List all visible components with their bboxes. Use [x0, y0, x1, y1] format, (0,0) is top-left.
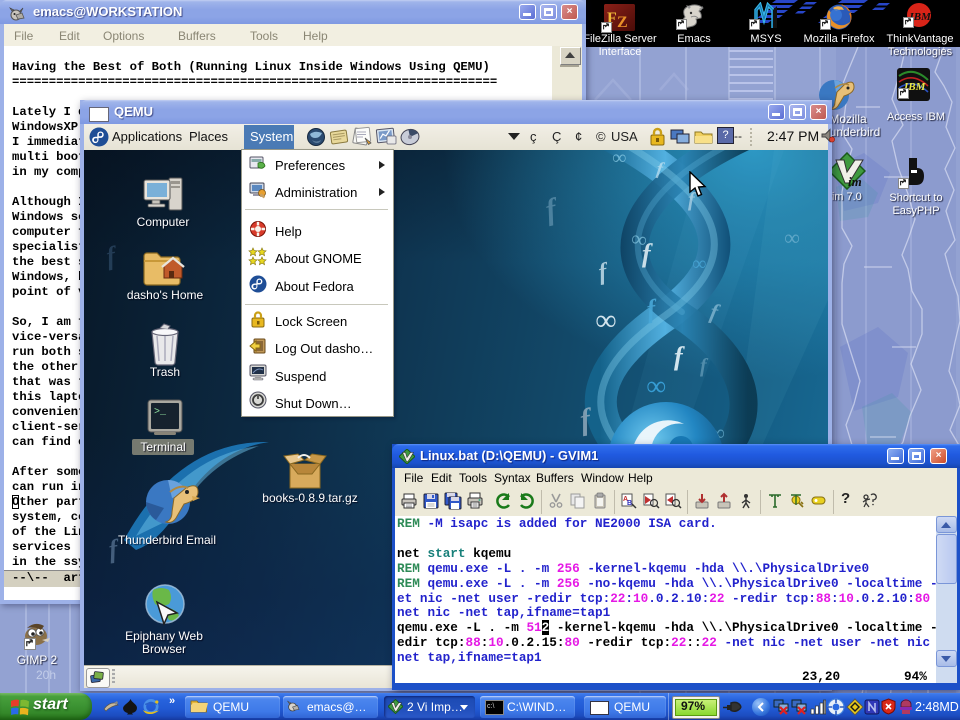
- svg-text:∞: ∞: [595, 304, 616, 337]
- svg-text:∞: ∞: [612, 150, 626, 169]
- svg-text:Z: Z: [617, 14, 628, 31]
- svg-text:B: B: [627, 500, 632, 507]
- svg-text:f: f: [543, 192, 563, 227]
- svg-text:f: f: [104, 240, 120, 270]
- svg-text:∞: ∞: [646, 371, 666, 402]
- svg-text:∞: ∞: [692, 253, 706, 275]
- svg-text:f: f: [597, 259, 611, 286]
- svg-text:>_: >_: [154, 407, 167, 418]
- svg-text:im: im: [848, 174, 862, 189]
- svg-text:∞: ∞: [784, 225, 800, 250]
